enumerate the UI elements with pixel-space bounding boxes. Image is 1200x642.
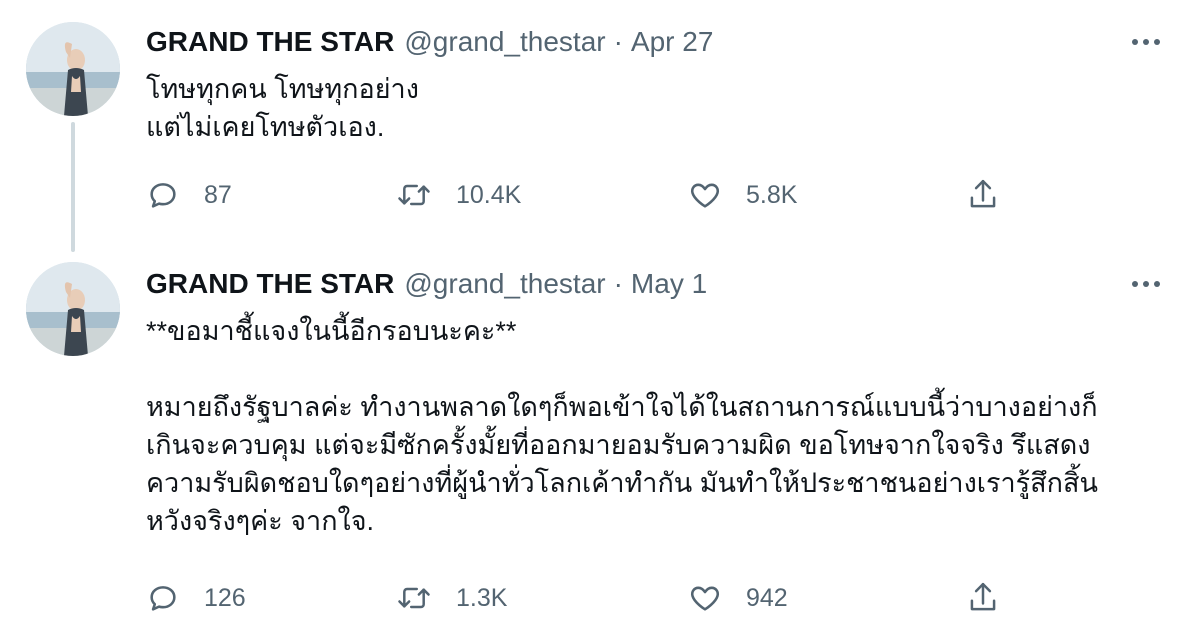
author-handle[interactable]: @grand_thestar <box>404 268 605 300</box>
avatar-photo-image <box>26 262 120 356</box>
more-icon[interactable] <box>1128 24 1164 60</box>
tweet-actions: 126 1.3K 942 <box>146 576 1026 620</box>
retweet-count: 1.3K <box>456 583 508 612</box>
like-button[interactable]: 5.8K <box>688 173 797 217</box>
tweet-text-line: โทษทุกคน โทษทุกอย่าง <box>146 74 419 104</box>
tweet-actions: 87 10.4K 5.8K <box>146 173 1026 217</box>
retweet-icon <box>396 178 432 212</box>
share-button[interactable] <box>966 576 1000 620</box>
tweet-date[interactable]: May 1 <box>631 268 707 300</box>
like-button[interactable]: 942 <box>688 576 788 620</box>
more-icon[interactable] <box>1128 266 1164 302</box>
author-name[interactable]: GRAND THE STAR <box>146 26 394 58</box>
retweet-count: 10.4K <box>456 180 522 209</box>
share-icon <box>966 580 1000 616</box>
tweet-text: โทษทุกคน โทษทุกอย่าง แต่ไม่เคยโทษตัวเอง. <box>146 70 1166 146</box>
separator-dot: · <box>613 26 623 57</box>
tweet-text-spacer <box>146 350 1166 388</box>
tweet-header: GRAND THE STAR @grand_thestar · Apr 27 <box>146 22 713 62</box>
reply-button[interactable]: 126 <box>146 576 246 620</box>
reply-button[interactable]: 87 <box>146 173 232 217</box>
reply-count: 87 <box>204 180 232 209</box>
reply-count: 126 <box>204 583 246 612</box>
share-button[interactable] <box>966 173 1000 217</box>
tweet-text-line: **ขอมาชี้แจงในนี้อีกรอบนะคะ** <box>146 316 517 346</box>
like-count: 942 <box>746 583 788 612</box>
tweet-text-line: ความรับผิดชอบใดๆอย่างที่ผู้นำทั่วโลกเค้า… <box>146 468 1098 498</box>
thread-connector-line <box>71 122 75 252</box>
tweet-date[interactable]: Apr 27 <box>631 26 714 58</box>
avatar-photo-image <box>26 22 120 116</box>
avatar[interactable] <box>26 22 120 116</box>
tweet-text-line: หมายถึงรัฐบาลค่ะ ทำงานพลาดใดๆก็พอเข้าใจไ… <box>146 392 1098 422</box>
retweet-icon <box>396 581 432 615</box>
tweet-1[interactable]: GRAND THE STAR @grand_thestar · Apr 27 โ… <box>0 0 1200 258</box>
tweet-text: **ขอมาชี้แจงในนี้อีกรอบนะคะ** หมายถึงรัฐ… <box>146 312 1166 540</box>
reply-icon <box>146 178 180 212</box>
author-name[interactable]: GRAND THE STAR <box>146 268 394 300</box>
retweet-button[interactable]: 1.3K <box>396 576 507 620</box>
share-icon <box>966 177 1000 213</box>
heart-icon <box>688 581 722 615</box>
tweet-2[interactable]: GRAND THE STAR @grand_thestar · May 1 **… <box>0 258 1200 642</box>
like-count: 5.8K <box>746 180 798 209</box>
tweet-text-line: หวังจริงๆค่ะ จากใจ. <box>146 506 375 536</box>
tweet-text-line: แต่ไม่เคยโทษตัวเอง. <box>146 112 385 142</box>
separator-dot: · <box>613 268 623 299</box>
reply-icon <box>146 581 180 615</box>
avatar[interactable] <box>26 262 120 356</box>
tweet-header: GRAND THE STAR @grand_thestar · May 1 <box>146 264 707 304</box>
heart-icon <box>688 178 722 212</box>
retweet-button[interactable]: 10.4K <box>396 173 521 217</box>
tweet-text-line: เกินจะควบคุม แต่จะมีซักครั้งมั้ยที่ออกมา… <box>146 430 1091 460</box>
author-handle[interactable]: @grand_thestar <box>404 26 605 58</box>
